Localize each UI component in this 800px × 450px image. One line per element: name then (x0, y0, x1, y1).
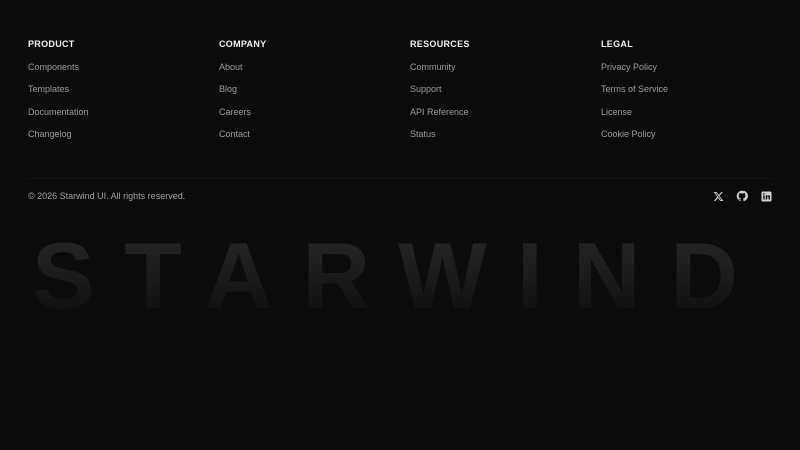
footer-column-product: PRODUCT Components Templates Documentati… (28, 38, 198, 151)
linkedin-link[interactable] (760, 190, 772, 202)
linkedin-icon (760, 190, 772, 202)
footer-link-columns: PRODUCT Components Templates Documentati… (28, 38, 772, 148)
footer-link-status[interactable]: Status (410, 128, 580, 140)
footer-column-title: RESOURCES (410, 39, 470, 49)
footer-link-careers[interactable]: Careers (219, 106, 389, 118)
copyright-text: © 2026 Starwind UI. All rights reserved. (28, 191, 186, 201)
footer-link-license[interactable]: License (601, 106, 771, 118)
x-icon (713, 191, 723, 201)
footer-link-privacy-policy[interactable]: Privacy Policy (601, 61, 771, 73)
footer-link-list: Components Templates Documentation Chang… (28, 61, 198, 140)
footer-column-resources: RESOURCES Community Support API Referenc… (410, 38, 580, 151)
footer-link-api-reference[interactable]: API Reference (410, 106, 580, 118)
footer-link-list: Community Support API Reference Status (410, 61, 580, 140)
footer-column-title: LEGAL (601, 39, 633, 49)
github-icon (736, 190, 748, 202)
footer-link-list: About Blog Careers Contact (219, 61, 389, 140)
footer-link-blog[interactable]: Blog (219, 83, 389, 95)
x-link[interactable] (712, 190, 724, 202)
brand-wordmark: STARWIND (0, 222, 800, 322)
footer-divider (28, 178, 772, 179)
footer-column-legal: LEGAL Privacy Policy Terms of Service Li… (601, 38, 771, 151)
footer-link-community[interactable]: Community (410, 61, 580, 73)
footer-link-documentation[interactable]: Documentation (28, 106, 198, 118)
footer-link-contact[interactable]: Contact (219, 128, 389, 140)
footer-column-title: PRODUCT (28, 39, 75, 49)
footer-link-list: Privacy Policy Terms of Service License … (601, 61, 771, 140)
footer-link-components[interactable]: Components (28, 61, 198, 73)
social-links (712, 190, 772, 204)
github-link[interactable] (736, 190, 748, 202)
site-footer: PRODUCT Components Templates Documentati… (0, 0, 800, 450)
footer-link-cookie-policy[interactable]: Cookie Policy (601, 128, 771, 140)
footer-link-about[interactable]: About (219, 61, 389, 73)
brand-wordmark-text: STARWIND (32, 223, 768, 322)
footer-column-company: COMPANY About Blog Careers Contact (219, 38, 389, 151)
footer-link-changelog[interactable]: Changelog (28, 128, 198, 140)
footer-link-terms-of-service[interactable]: Terms of Service (601, 83, 771, 95)
footer-link-templates[interactable]: Templates (28, 83, 198, 95)
footer-link-support[interactable]: Support (410, 83, 580, 95)
footer-column-title: COMPANY (219, 39, 267, 49)
